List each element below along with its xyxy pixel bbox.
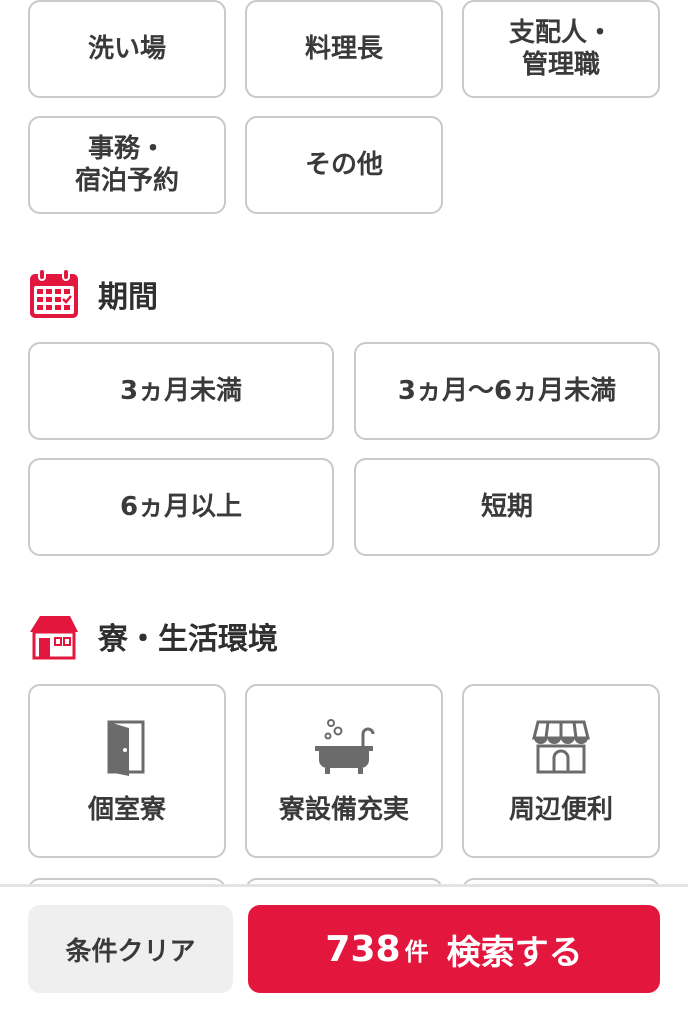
period-title: 期間 (98, 280, 158, 315)
option-label: 個室寮 (87, 794, 166, 825)
dorm-section-title: 寮・生活環境 (28, 610, 278, 662)
store-icon (530, 716, 592, 778)
option-dorm-facilities[interactable]: 寮設備充実 (245, 684, 443, 858)
option-other[interactable]: その他 (245, 116, 443, 214)
dorm-title: 寮・生活環境 (98, 622, 278, 657)
result-count-unit: 件 (404, 937, 429, 966)
option-over-6-months[interactable]: 6ヵ月以上 (28, 458, 334, 556)
occupation-options: 洗い場 料理長 支配人・ 管理職 事務・ 宿泊予約 その他 (28, 0, 660, 214)
period-options: 3ヵ月未満 3ヵ月〜6ヵ月未満 6ヵ月以上 短期 (28, 342, 660, 556)
option-convenient-area[interactable]: 周辺便利 (462, 684, 660, 858)
option-short-term[interactable]: 短期 (354, 458, 660, 556)
search-button[interactable]: 738 件 検索する (248, 905, 660, 993)
dorm-options: 個室寮 寮設備充実 周辺便利 (28, 684, 660, 858)
option-head-chef[interactable]: 料理長 (245, 0, 443, 98)
period-section-title: 期間 (28, 268, 158, 320)
option-dishwashing[interactable]: 洗い場 (28, 0, 226, 98)
clear-conditions-button[interactable]: 条件クリア (28, 905, 233, 993)
house-icon (28, 610, 80, 662)
option-manager[interactable]: 支配人・ 管理職 (462, 0, 660, 98)
option-label: 周辺便利 (508, 794, 613, 825)
calendar-icon (28, 268, 80, 320)
door-icon (96, 716, 158, 778)
search-label: 検索する (446, 932, 583, 973)
result-count: 738 (325, 928, 401, 970)
bathtub-icon (313, 716, 375, 778)
option-label: 寮設備充実 (278, 794, 409, 825)
search-footer: 条件クリア 738 件 検索する (0, 884, 688, 1024)
option-under-3-months[interactable]: 3ヵ月未満 (28, 342, 334, 440)
option-office-reservations[interactable]: 事務・ 宿泊予約 (28, 116, 226, 214)
option-private-room[interactable]: 個室寮 (28, 684, 226, 858)
option-3-to-6-months[interactable]: 3ヵ月〜6ヵ月未満 (354, 342, 660, 440)
